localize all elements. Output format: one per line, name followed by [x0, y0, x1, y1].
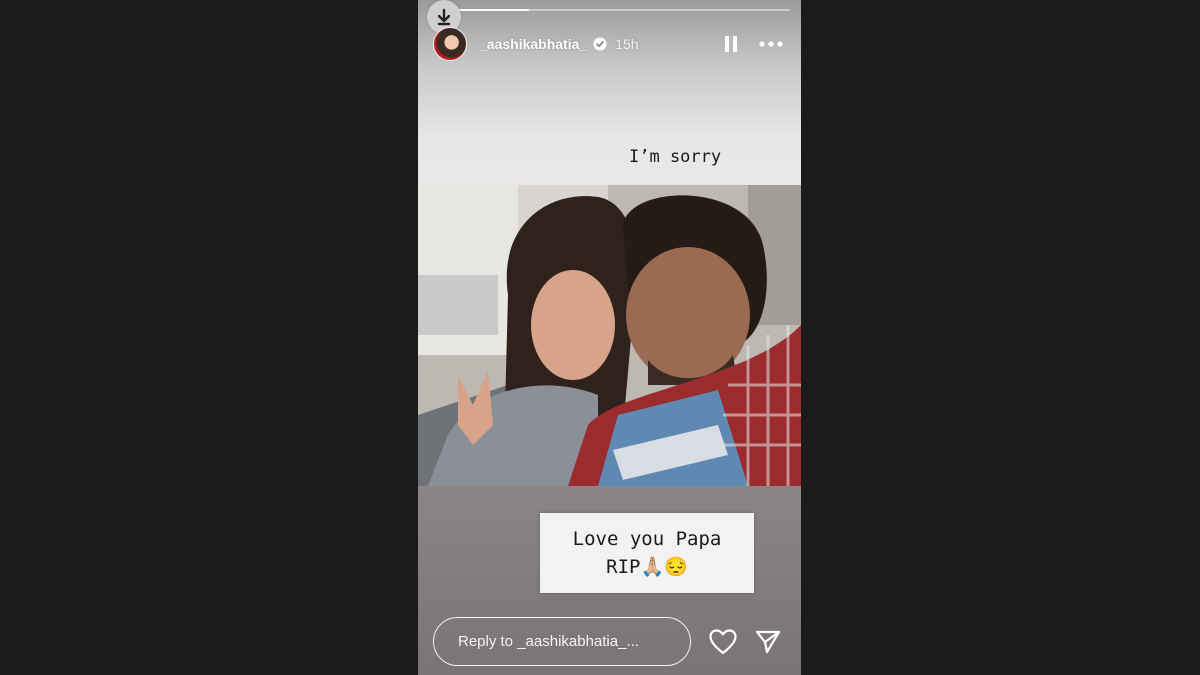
heart-icon [709, 628, 737, 654]
share-button[interactable] [752, 626, 784, 658]
reply-input[interactable]: Reply to _aashikabhatia_... [433, 617, 691, 666]
story-text-top: I’m sorry [629, 147, 722, 167]
story-progress-bar [433, 9, 790, 11]
more-icon [759, 41, 783, 47]
story-card[interactable]: _aashikabhatia_ 15h I’m sorry Love you P… [418, 0, 801, 675]
caption-line-1: Love you Papa [572, 528, 722, 550]
story-timestamp: 15h [615, 36, 639, 52]
avatar[interactable] [433, 27, 467, 61]
pause-icon [725, 36, 737, 52]
story-photo [418, 185, 801, 486]
send-icon [755, 630, 781, 653]
username-link[interactable]: _aashikabhatia_ [479, 36, 587, 52]
download-icon [437, 8, 451, 26]
story-photo-illustration [418, 185, 801, 486]
caption-line-2: RIP🙏🏼😔 [606, 556, 688, 578]
verified-badge-icon [593, 37, 607, 51]
viewer-background: _aashikabhatia_ 15h I’m sorry Love you P… [0, 0, 1200, 675]
story-header: _aashikabhatia_ 15h [433, 26, 786, 62]
like-button[interactable] [707, 626, 739, 658]
more-options-button[interactable] [756, 29, 786, 59]
pause-button[interactable] [718, 29, 744, 59]
reply-bar: Reply to _aashikabhatia_... [433, 617, 786, 666]
story-caption-sticker: Love you Papa RIP🙏🏼😔 [540, 513, 754, 593]
